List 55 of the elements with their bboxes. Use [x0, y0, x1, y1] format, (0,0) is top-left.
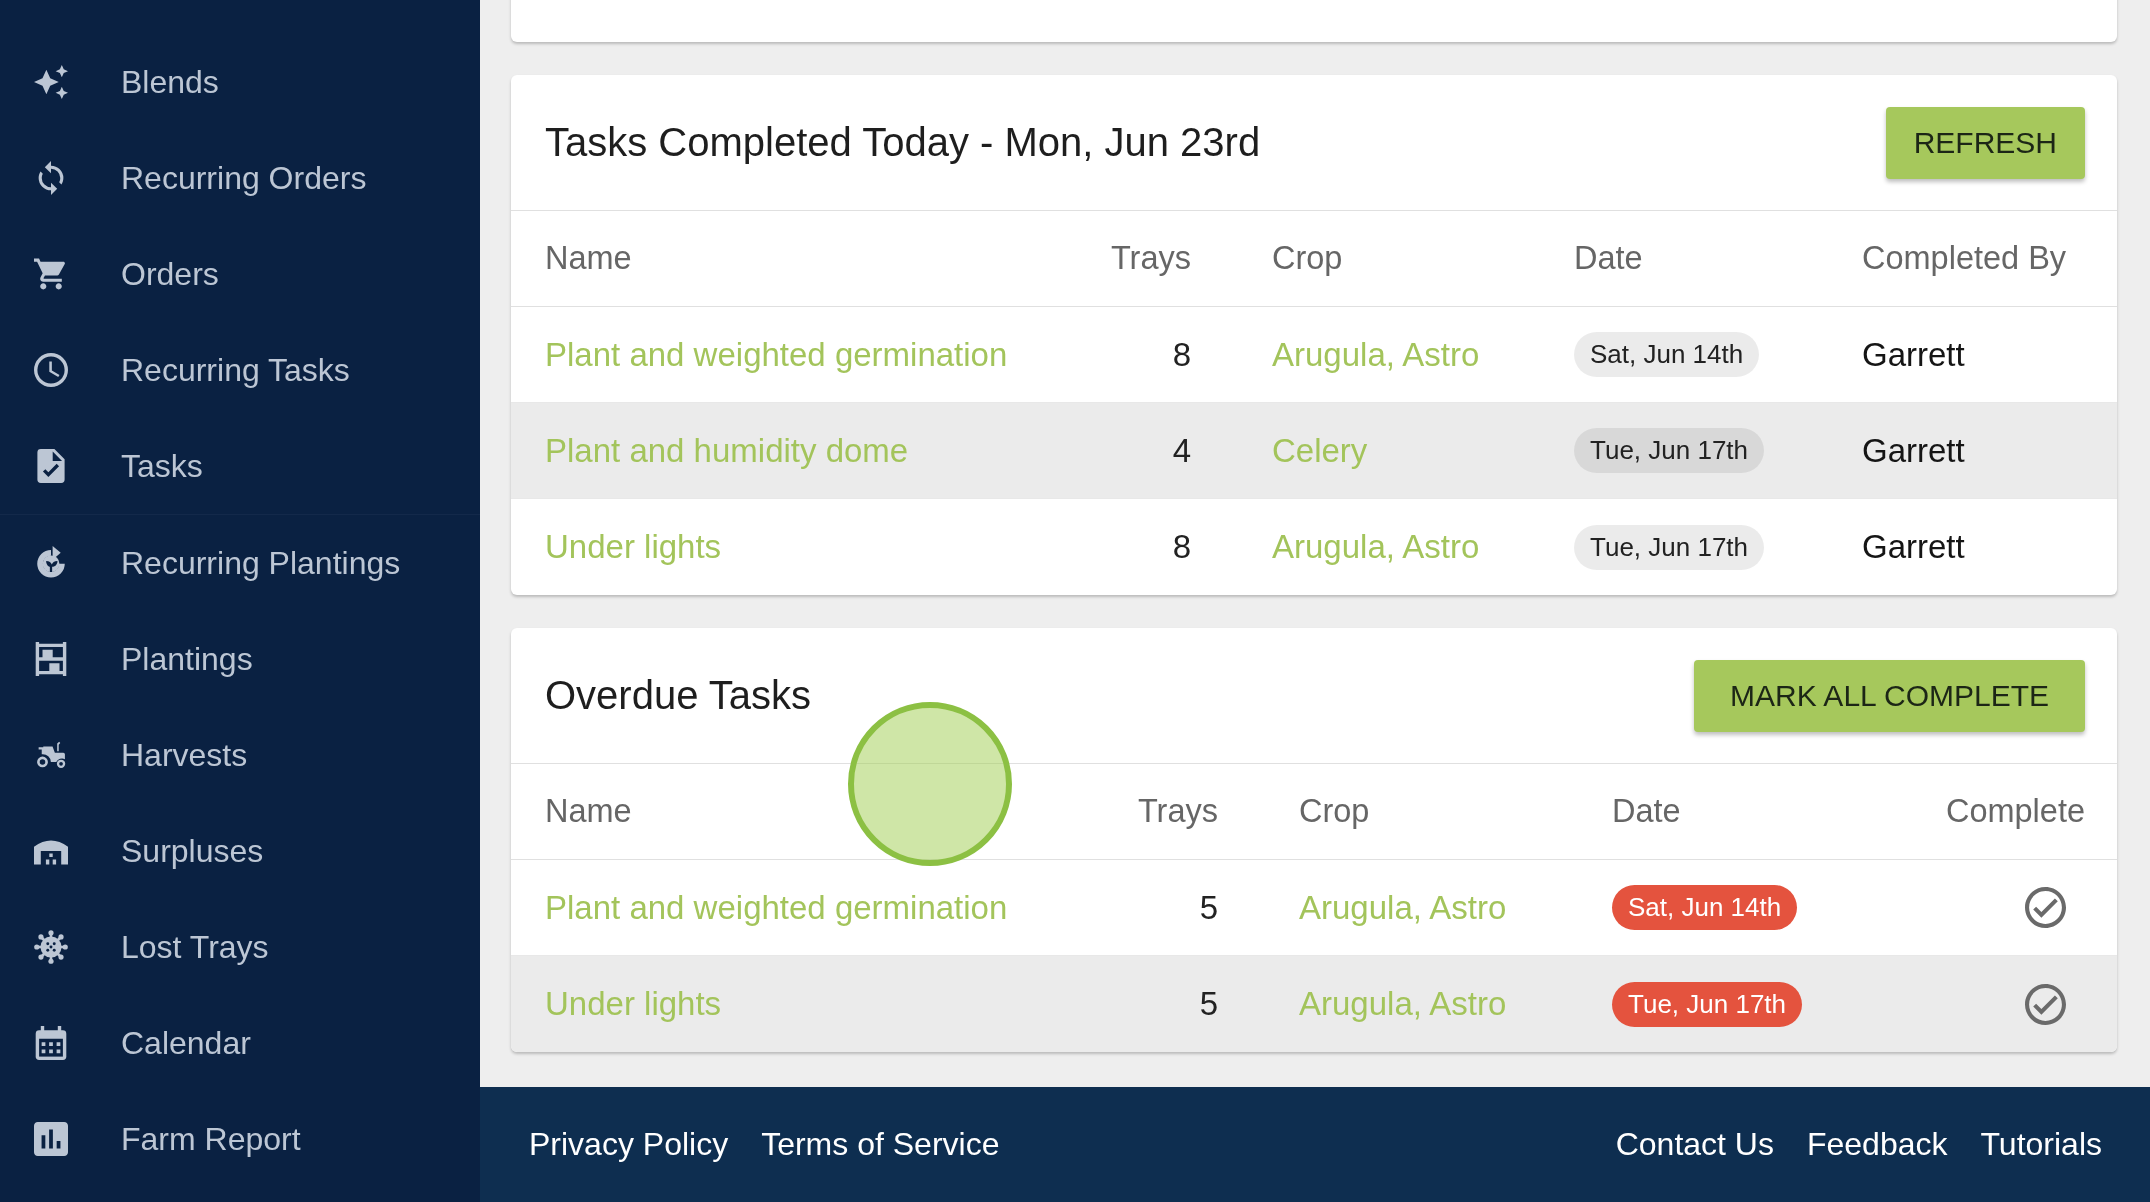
- date-tag: Tue, Jun 17th: [1574, 524, 1765, 570]
- sparkles-icon: [34, 65, 68, 99]
- card-title: Tasks Completed Today - Mon, Jun 23rd: [545, 120, 1261, 165]
- complete-button[interactable]: [2025, 887, 2066, 928]
- completed-by-name: Garrett: [1862, 335, 1965, 373]
- sidebar-item[interactable]: Plantings: [0, 611, 480, 707]
- column-header: Complete: [1944, 793, 2086, 830]
- column-header: Crop: [1271, 240, 1344, 277]
- shelf-icon: [34, 642, 68, 676]
- cart-icon: [34, 257, 68, 291]
- file-check-icon: [34, 449, 68, 483]
- mark-all-complete-button[interactable]: MARK ALL COMPLETE: [1694, 659, 2085, 732]
- sidebar-item[interactable]: Harvests: [0, 707, 480, 803]
- sidebar-item[interactable]: Recurring Orders: [0, 130, 480, 226]
- date-tag: Sat, Jun 14th: [1612, 885, 1798, 930]
- column-header: Crop: [1298, 793, 1371, 830]
- sidebar-item[interactable]: Orders: [0, 226, 480, 322]
- sidebar-item[interactable]: Calendar: [0, 995, 480, 1091]
- trays-count: 8: [1172, 528, 1191, 565]
- footer-link[interactable]: Tutorials: [1980, 1126, 2102, 1163]
- completed-by-name: Garrett: [1862, 528, 1965, 565]
- completed-by-name: Garrett: [1862, 431, 1965, 469]
- column-header: Trays: [1109, 240, 1192, 277]
- date-tag: Tue, Jun 17th: [1574, 428, 1765, 473]
- trays-count: 5: [1199, 985, 1218, 1022]
- sidebar-item[interactable]: Blends: [0, 34, 480, 130]
- bar-chart-icon: [34, 1122, 68, 1156]
- sidebar-item[interactable]: Surpluses: [0, 803, 480, 899]
- column-header: Date: [1611, 793, 1682, 830]
- column-header: Completed By: [1861, 240, 2068, 277]
- sidebar-item[interactable]: Farm Report: [0, 1091, 480, 1187]
- date-tag: Tue, Jun 17th: [1612, 981, 1803, 1027]
- column-header: Name: [544, 793, 633, 830]
- calendar-icon: [34, 1026, 68, 1060]
- sidebar-item[interactable]: Lost Trays: [0, 899, 480, 995]
- footer-link[interactable]: Contact Us: [1615, 1126, 1774, 1163]
- virus-icon: [34, 930, 68, 964]
- trays-count: 8: [1172, 335, 1191, 373]
- sidebar-item[interactable]: Tasks: [0, 418, 480, 514]
- trays-count: 4: [1172, 431, 1191, 469]
- footer-link[interactable]: Privacy Policy: [529, 1126, 729, 1163]
- footer-link[interactable]: Feedback: [1806, 1126, 1948, 1163]
- column-header: Trays: [1136, 793, 1219, 830]
- recycle-sprout-icon: [34, 546, 68, 580]
- footer-link[interactable]: Terms of Service: [761, 1126, 1000, 1163]
- date-tag: Sat, Jun 14th: [1574, 332, 1760, 377]
- card-title: Overdue Tasks: [545, 673, 812, 718]
- complete-button[interactable]: [2025, 983, 2066, 1025]
- trays-count: 5: [1199, 888, 1218, 926]
- clock-icon: [34, 353, 68, 387]
- sidebar-item[interactable]: Recurring Tasks: [0, 322, 480, 418]
- column-header: Date: [1573, 240, 1644, 277]
- refresh-button[interactable]: REFRESH: [1885, 106, 2085, 179]
- column-header: Name: [544, 240, 633, 277]
- sidebar-item[interactable]: Recurring Plantings: [0, 515, 480, 611]
